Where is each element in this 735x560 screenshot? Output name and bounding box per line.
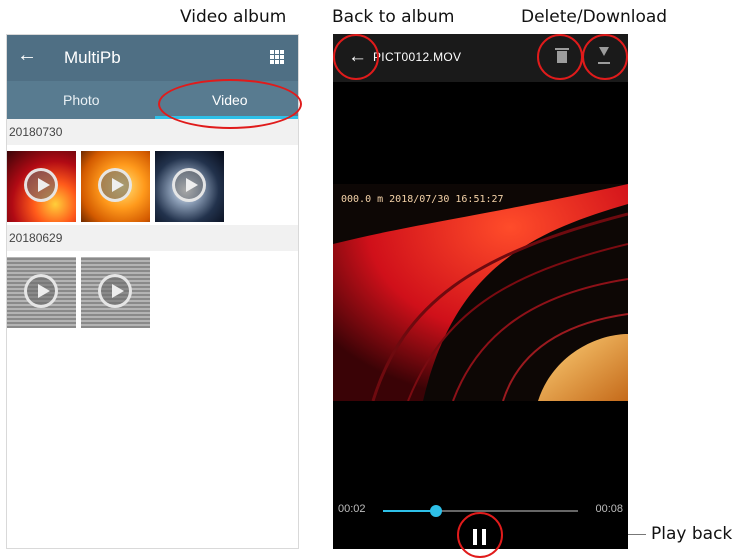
video-thumbnail[interactable] bbox=[81, 151, 150, 222]
highlight-download-button bbox=[582, 34, 628, 80]
thumbnail-row bbox=[7, 251, 298, 331]
highlight-back-button bbox=[333, 34, 379, 80]
video-player-screen: ← PICT0012.MOV 000.0 m 2018/07/30 16:51:… bbox=[333, 34, 628, 549]
app-title: MultiPb bbox=[64, 48, 121, 67]
tab-photo[interactable]: Photo bbox=[63, 92, 100, 108]
grid-icon[interactable] bbox=[270, 50, 284, 64]
total-time: 00:08 bbox=[595, 503, 623, 515]
video-thumbnail[interactable] bbox=[7, 257, 76, 328]
highlight-pause-button bbox=[457, 512, 503, 558]
gallery-toolbar: ← MultiPb bbox=[7, 35, 298, 81]
play-icon bbox=[172, 168, 206, 202]
current-time: 00:02 bbox=[338, 503, 366, 515]
annotation-back-to-album: Back to album bbox=[332, 7, 455, 27]
video-thumbnail[interactable] bbox=[7, 151, 76, 222]
seek-knob[interactable] bbox=[430, 505, 442, 517]
video-image bbox=[333, 184, 628, 401]
highlight-video-tab bbox=[158, 79, 302, 129]
annotation-video-album: Video album bbox=[180, 7, 287, 27]
thumbnail-row bbox=[7, 145, 298, 225]
video-frame[interactable]: 000.0 m 2018/07/30 16:51:27 bbox=[333, 184, 628, 401]
file-name: PICT0012.MOV bbox=[373, 50, 462, 64]
annotation-delete-download: Delete/Download bbox=[521, 7, 668, 27]
highlight-delete-button bbox=[537, 34, 583, 80]
play-icon bbox=[98, 168, 132, 202]
seek-progress bbox=[383, 510, 436, 512]
video-thumbnail[interactable] bbox=[81, 257, 150, 328]
annotation-play-back: Play back bbox=[651, 524, 733, 544]
play-icon bbox=[24, 274, 58, 308]
date-group-header: 20180629 bbox=[7, 225, 298, 251]
video-osd-text: 000.0 m 2018/07/30 16:51:27 bbox=[341, 194, 504, 205]
play-icon bbox=[98, 274, 132, 308]
play-icon bbox=[24, 168, 58, 202]
back-arrow-icon[interactable]: ← bbox=[17, 44, 37, 67]
video-thumbnail[interactable] bbox=[155, 151, 224, 222]
